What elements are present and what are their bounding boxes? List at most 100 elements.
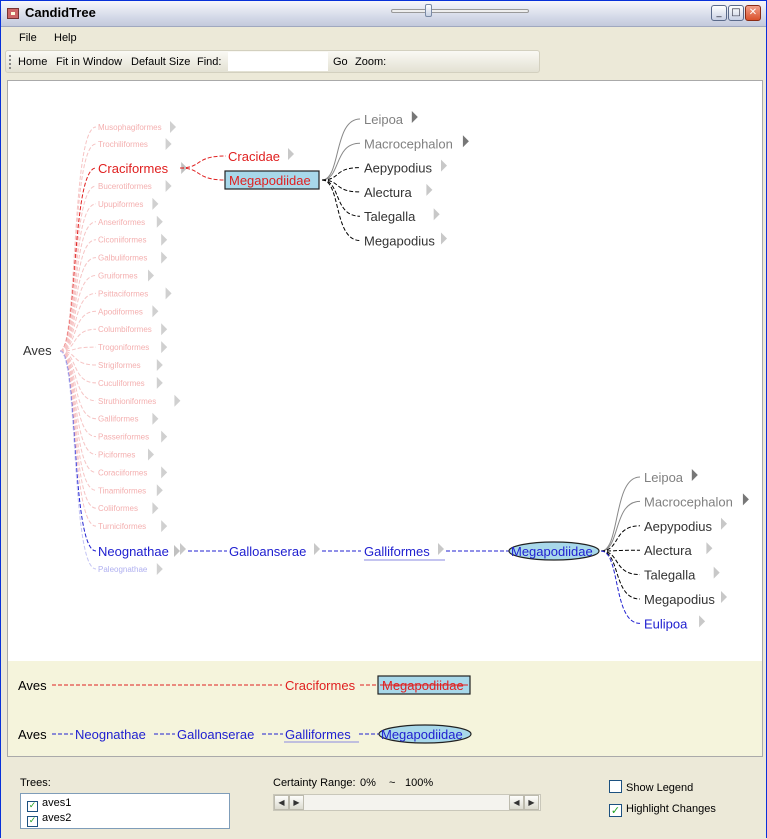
expand-arrow-icon[interactable]	[180, 543, 186, 555]
zoom-slider-thumb[interactable]	[425, 4, 432, 17]
scroll-right-icon[interactable]: ▶	[289, 795, 304, 810]
genus-node[interactable]: Leipoa	[364, 112, 404, 127]
expand-arrow-icon[interactable]	[174, 394, 181, 407]
order-node[interactable]: Passeriformes	[98, 433, 149, 442]
genus-node[interactable]: Aepypodius	[644, 519, 712, 534]
tree-item-aves2[interactable]: ✓ aves2	[27, 812, 71, 827]
order-node[interactable]: Turniciformes	[98, 522, 146, 531]
order-node[interactable]: Trochiliformes	[98, 140, 148, 149]
family-node-megapodiidae[interactable]: Megapodiidae	[229, 173, 311, 188]
certainty-range-scrollbar[interactable]: ◀ ▶ ◀ ▶	[273, 794, 541, 811]
order-node[interactable]: Galbuliformes	[98, 254, 147, 263]
tree-view[interactable]: Aves Musophagiformes Trochiliformes Cracifo…	[8, 81, 764, 662]
expand-arrow-icon[interactable]	[441, 232, 447, 245]
tree-canvas[interactable]: Aves Musophagiformes Trochiliformes Cracifo…	[7, 80, 763, 661]
expand-arrow-icon[interactable]	[156, 376, 163, 389]
expand-arrow-icon[interactable]	[462, 135, 469, 148]
checkbox-show-legend[interactable]	[609, 780, 622, 793]
order-node[interactable]: Craciformes	[98, 161, 169, 176]
expand-arrow-icon[interactable]	[152, 197, 159, 210]
genus-node[interactable]: Megapodius	[364, 234, 435, 249]
expand-arrow-icon[interactable]	[152, 412, 159, 425]
menu-help[interactable]: Help	[54, 32, 77, 44]
scroll-left-icon[interactable]: ◀	[274, 795, 289, 810]
checkbox-aves1[interactable]: ✓	[27, 801, 38, 812]
expand-arrow-icon[interactable]	[165, 287, 172, 300]
expand-arrow-icon[interactable]	[170, 121, 176, 133]
expand-arrow-icon[interactable]	[433, 208, 440, 221]
expand-arrow-icon[interactable]	[441, 159, 447, 172]
genus-node[interactable]: Eulipoa	[644, 616, 688, 631]
genus-node[interactable]: Megapodius	[644, 592, 715, 607]
order-node[interactable]: Musophagiformes	[98, 123, 162, 132]
expand-arrow-icon[interactable]	[148, 448, 154, 461]
order-node[interactable]: Columbiformes	[98, 325, 152, 334]
genus-node[interactable]: Talegalla	[364, 209, 416, 224]
expand-arrow-icon[interactable]	[426, 183, 433, 196]
expand-arrow-icon[interactable]	[721, 591, 727, 603]
genus-node[interactable]: Macrocephalon	[644, 494, 733, 509]
genus-node[interactable]: Leipoa	[644, 470, 684, 485]
order-node[interactable]: Galliformes	[98, 415, 138, 424]
expand-arrow-icon[interactable]	[161, 430, 168, 443]
tree-item-aves1[interactable]: ✓ aves1	[27, 797, 71, 812]
expand-arrow-icon[interactable]	[152, 305, 159, 318]
order-node[interactable]: Tinamiformes	[98, 486, 146, 495]
trees-list[interactable]: ✓ aves1 ✓ aves2	[20, 793, 230, 829]
fit-in-window-button[interactable]: Fit in Window	[56, 56, 122, 68]
expand-arrow-icon[interactable]	[152, 502, 159, 515]
highlight-changes-checkbox[interactable]: ✓ Highlight Changes	[609, 803, 716, 817]
family-node-cracidae[interactable]: Cracidae	[228, 149, 280, 164]
checkbox-highlight-changes[interactable]: ✓	[609, 804, 622, 817]
expand-arrow-icon[interactable]	[148, 269, 154, 282]
order-node[interactable]: Struthioniformes	[98, 397, 156, 406]
order-node[interactable]: Paleognathae	[98, 565, 148, 574]
order-node[interactable]: Bucerotiformes	[98, 182, 152, 191]
expand-arrow-icon[interactable]	[156, 359, 163, 371]
order-node[interactable]: Cuculiformes	[98, 379, 145, 388]
order-node[interactable]: Strigiformes	[98, 361, 141, 370]
genus-node[interactable]: Aepypodius	[364, 161, 432, 176]
expand-arrow-icon[interactable]	[314, 543, 320, 555]
close-icon[interactable]: ✕	[745, 5, 761, 21]
toolbar-grip[interactable]	[9, 55, 11, 69]
order-node[interactable]: Piciformes	[98, 451, 135, 460]
expand-arrow-icon[interactable]	[411, 111, 418, 123]
expand-arrow-icon[interactable]	[161, 341, 168, 354]
expand-arrow-icon[interactable]	[165, 138, 172, 150]
genus-node[interactable]: Macrocephalon	[364, 136, 453, 151]
expand-arrow-icon[interactable]	[699, 615, 706, 628]
go-button[interactable]: Go	[333, 56, 348, 68]
order-node[interactable]: Ciconiiformes	[98, 236, 146, 245]
order-node[interactable]: Anseriformes	[98, 218, 145, 227]
order-node[interactable]: Trogoniformes	[98, 343, 149, 352]
expand-arrow-icon[interactable]	[438, 543, 444, 555]
expand-arrow-icon[interactable]	[161, 466, 168, 479]
expand-arrow-icon[interactable]	[156, 215, 163, 228]
expand-arrow-icon[interactable]	[156, 563, 163, 575]
genus-node[interactable]: Alectura	[644, 543, 692, 558]
maximize-icon[interactable]: □	[728, 5, 744, 21]
checkbox-aves2[interactable]: ✓	[27, 816, 38, 827]
order-node[interactable]: Gruiformes	[98, 272, 138, 281]
order-node[interactable]: Coraciiformes	[98, 468, 147, 477]
expand-arrow-icon[interactable]	[161, 251, 168, 264]
megapodiidae-node-tree2[interactable]: Megapodiidae	[511, 544, 593, 559]
scroll-left-icon[interactable]: ◀	[509, 795, 524, 810]
expand-arrow-icon[interactable]	[691, 469, 698, 481]
expand-arrow-icon[interactable]	[161, 323, 168, 336]
minimize-icon[interactable]: _	[711, 5, 727, 21]
genus-node[interactable]: Talegalla	[644, 568, 696, 583]
order-node[interactable]: Coliiformes	[98, 504, 138, 513]
show-legend-checkbox[interactable]: Show Legend	[609, 780, 693, 794]
expand-arrow-icon[interactable]	[156, 484, 163, 497]
default-size-button[interactable]: Default Size	[131, 56, 190, 68]
zoom-slider-track[interactable]	[391, 9, 529, 13]
expand-arrow-icon[interactable]	[706, 542, 713, 555]
scroll-right-icon[interactable]: ▶	[524, 795, 539, 810]
galliformes-node[interactable]: Galliformes	[364, 544, 430, 559]
expand-arrow-icon[interactable]	[174, 545, 180, 557]
expand-arrow-icon[interactable]	[721, 517, 727, 530]
order-node[interactable]: Upupiformes	[98, 200, 143, 209]
expand-arrow-icon[interactable]	[288, 148, 294, 160]
